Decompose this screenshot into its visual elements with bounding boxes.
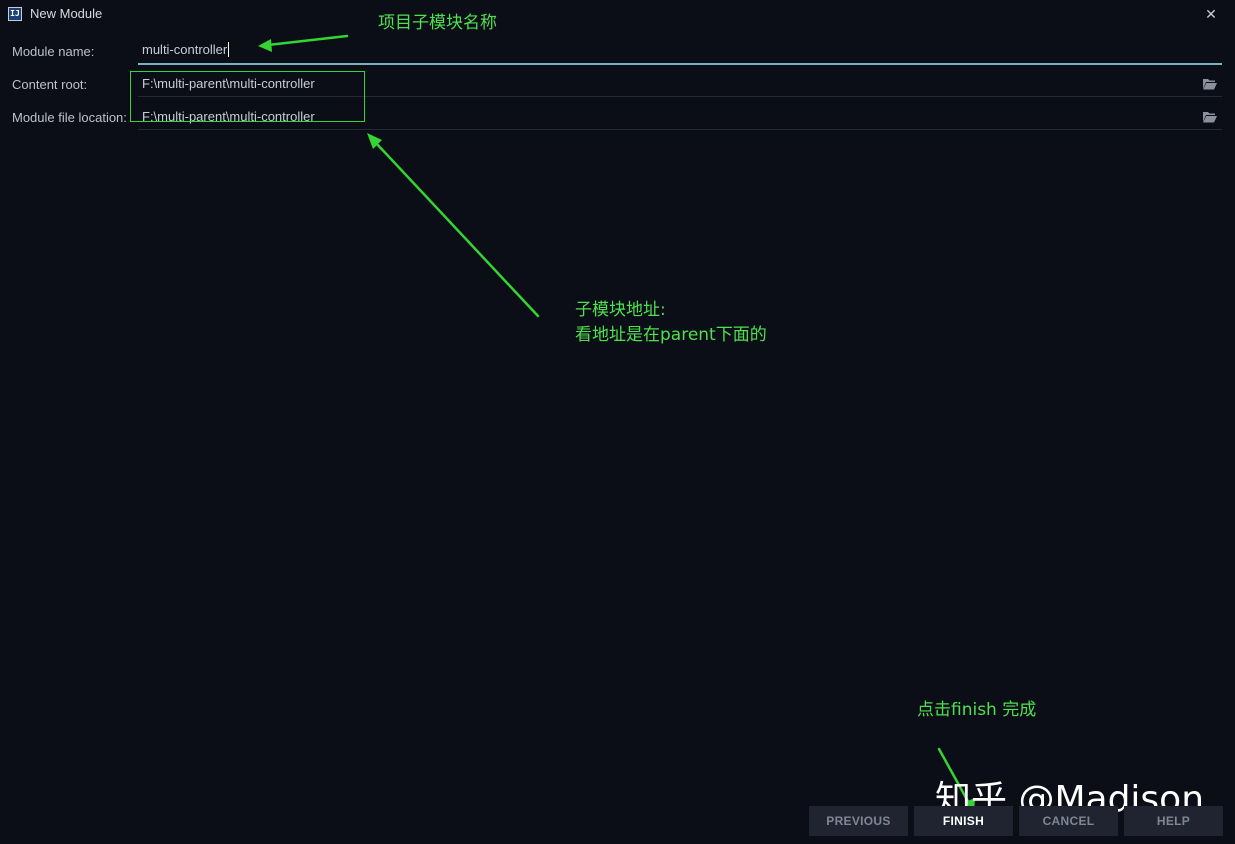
module-name-label: Module name: xyxy=(12,44,95,59)
close-icon[interactable]: ✕ xyxy=(1200,3,1222,25)
folder-open-icon[interactable] xyxy=(1203,111,1217,123)
module-file-location-divider xyxy=(138,129,1222,130)
module-name-value: multi-controller xyxy=(142,42,228,57)
help-button[interactable]: HELP xyxy=(1124,806,1223,836)
arrow-head-location-box xyxy=(367,133,382,149)
title-bar: IJ New Module ✕ xyxy=(0,0,1235,28)
annotation-arrows xyxy=(258,34,975,813)
annotation-location-line2: 看地址是在parent下面的 xyxy=(575,325,767,345)
intellij-app-icon: IJ xyxy=(8,7,22,21)
folder-open-icon[interactable] xyxy=(1203,78,1217,90)
finish-button[interactable]: FINISH xyxy=(914,806,1013,836)
arrow-head-module-name xyxy=(258,39,272,52)
cancel-button[interactable]: CANCEL xyxy=(1019,806,1118,836)
module-file-location-label: Module file location: xyxy=(12,110,127,125)
window-title: New Module xyxy=(30,6,103,21)
module-name-input[interactable]: multi-controller xyxy=(142,42,230,57)
app-icon-text: IJ xyxy=(10,9,20,18)
arrow-to-module-name xyxy=(266,34,349,47)
annotation-module-name: 项目子模块名称 xyxy=(378,13,497,33)
previous-button[interactable]: PREVIOUS xyxy=(809,806,908,836)
module-name-focus-underline xyxy=(138,63,1222,65)
arrow-to-location-box xyxy=(374,141,540,318)
text-caret xyxy=(228,42,230,57)
annotation-location-line1: 子模块地址: xyxy=(575,300,666,320)
annotation-location: 子模块地址: 看地址是在parent下面的 xyxy=(575,298,767,348)
annotation-highlight-box xyxy=(130,71,365,122)
content-root-label: Content root: xyxy=(12,77,88,92)
annotation-finish: 点击finish 完成 xyxy=(917,700,1037,720)
